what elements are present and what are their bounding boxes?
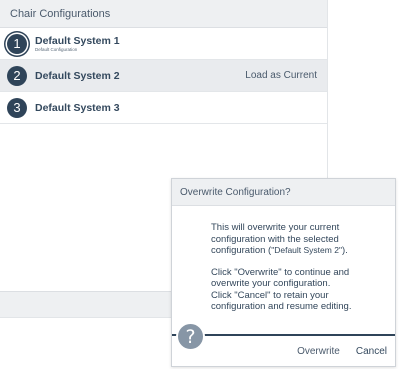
overwrite-button[interactable]: Overwrite [297,346,340,357]
dialog-paragraph-2: Click "Overwrite" to continue and overwr… [211,267,391,313]
dialog-text-line: Click "Cancel" to retain your [211,289,329,301]
config-name: Default System 3 [35,101,120,114]
dialog-buttons: Overwrite Cancel [297,346,387,357]
dialog-text-line: overwrite your configuration. [211,278,331,289]
dialog-title: Overwrite Configuration? [172,179,395,206]
config-name: Default System 1 [35,34,120,47]
config-row-3[interactable]: 3 Default System 3 [0,92,327,124]
dialog-divider [172,334,395,336]
panel-title: Chair Configurations [0,0,327,28]
config-number-badge: 1 [7,33,27,54]
config-number-badge: 2 [7,65,27,86]
dialog-text-line: ). [341,245,348,256]
config-subtitle: Default Configuration [35,46,78,52]
config-name: Default System 2 [35,69,120,82]
help-icon[interactable]: ? [176,322,205,351]
dialog-text-line: configuration with the selected [211,233,339,245]
overwrite-configuration-dialog: Overwrite Configuration? This will overw… [171,178,396,367]
dialog-text-line: configuration and resume editing. [211,301,352,312]
config-row-text: Default System 1 Default Configuration [35,35,120,53]
load-as-current-button[interactable]: Load as Current [245,60,317,91]
config-row-text: Default System 3 [35,102,120,114]
dialog-message: This will overwrite your current configu… [211,222,391,313]
cancel-button[interactable]: Cancel [356,346,387,357]
dialog-text-line: configuration ( [211,245,272,256]
dialog-paragraph-1: This will overwrite your current configu… [211,222,391,257]
config-number-badge: 3 [7,97,27,118]
dialog-text-line: This will overwrite your current [211,222,340,233]
dialog-text-line: Click "Overwrite" to continue and [211,266,350,278]
selected-config-name: "Default System 2" [271,245,342,255]
config-row-text: Default System 2 [35,70,120,82]
config-row-2[interactable]: 2 Default System 2 Load as Current [0,60,327,92]
config-row-1[interactable]: 1 Default System 1 Default Configuration [0,28,327,60]
